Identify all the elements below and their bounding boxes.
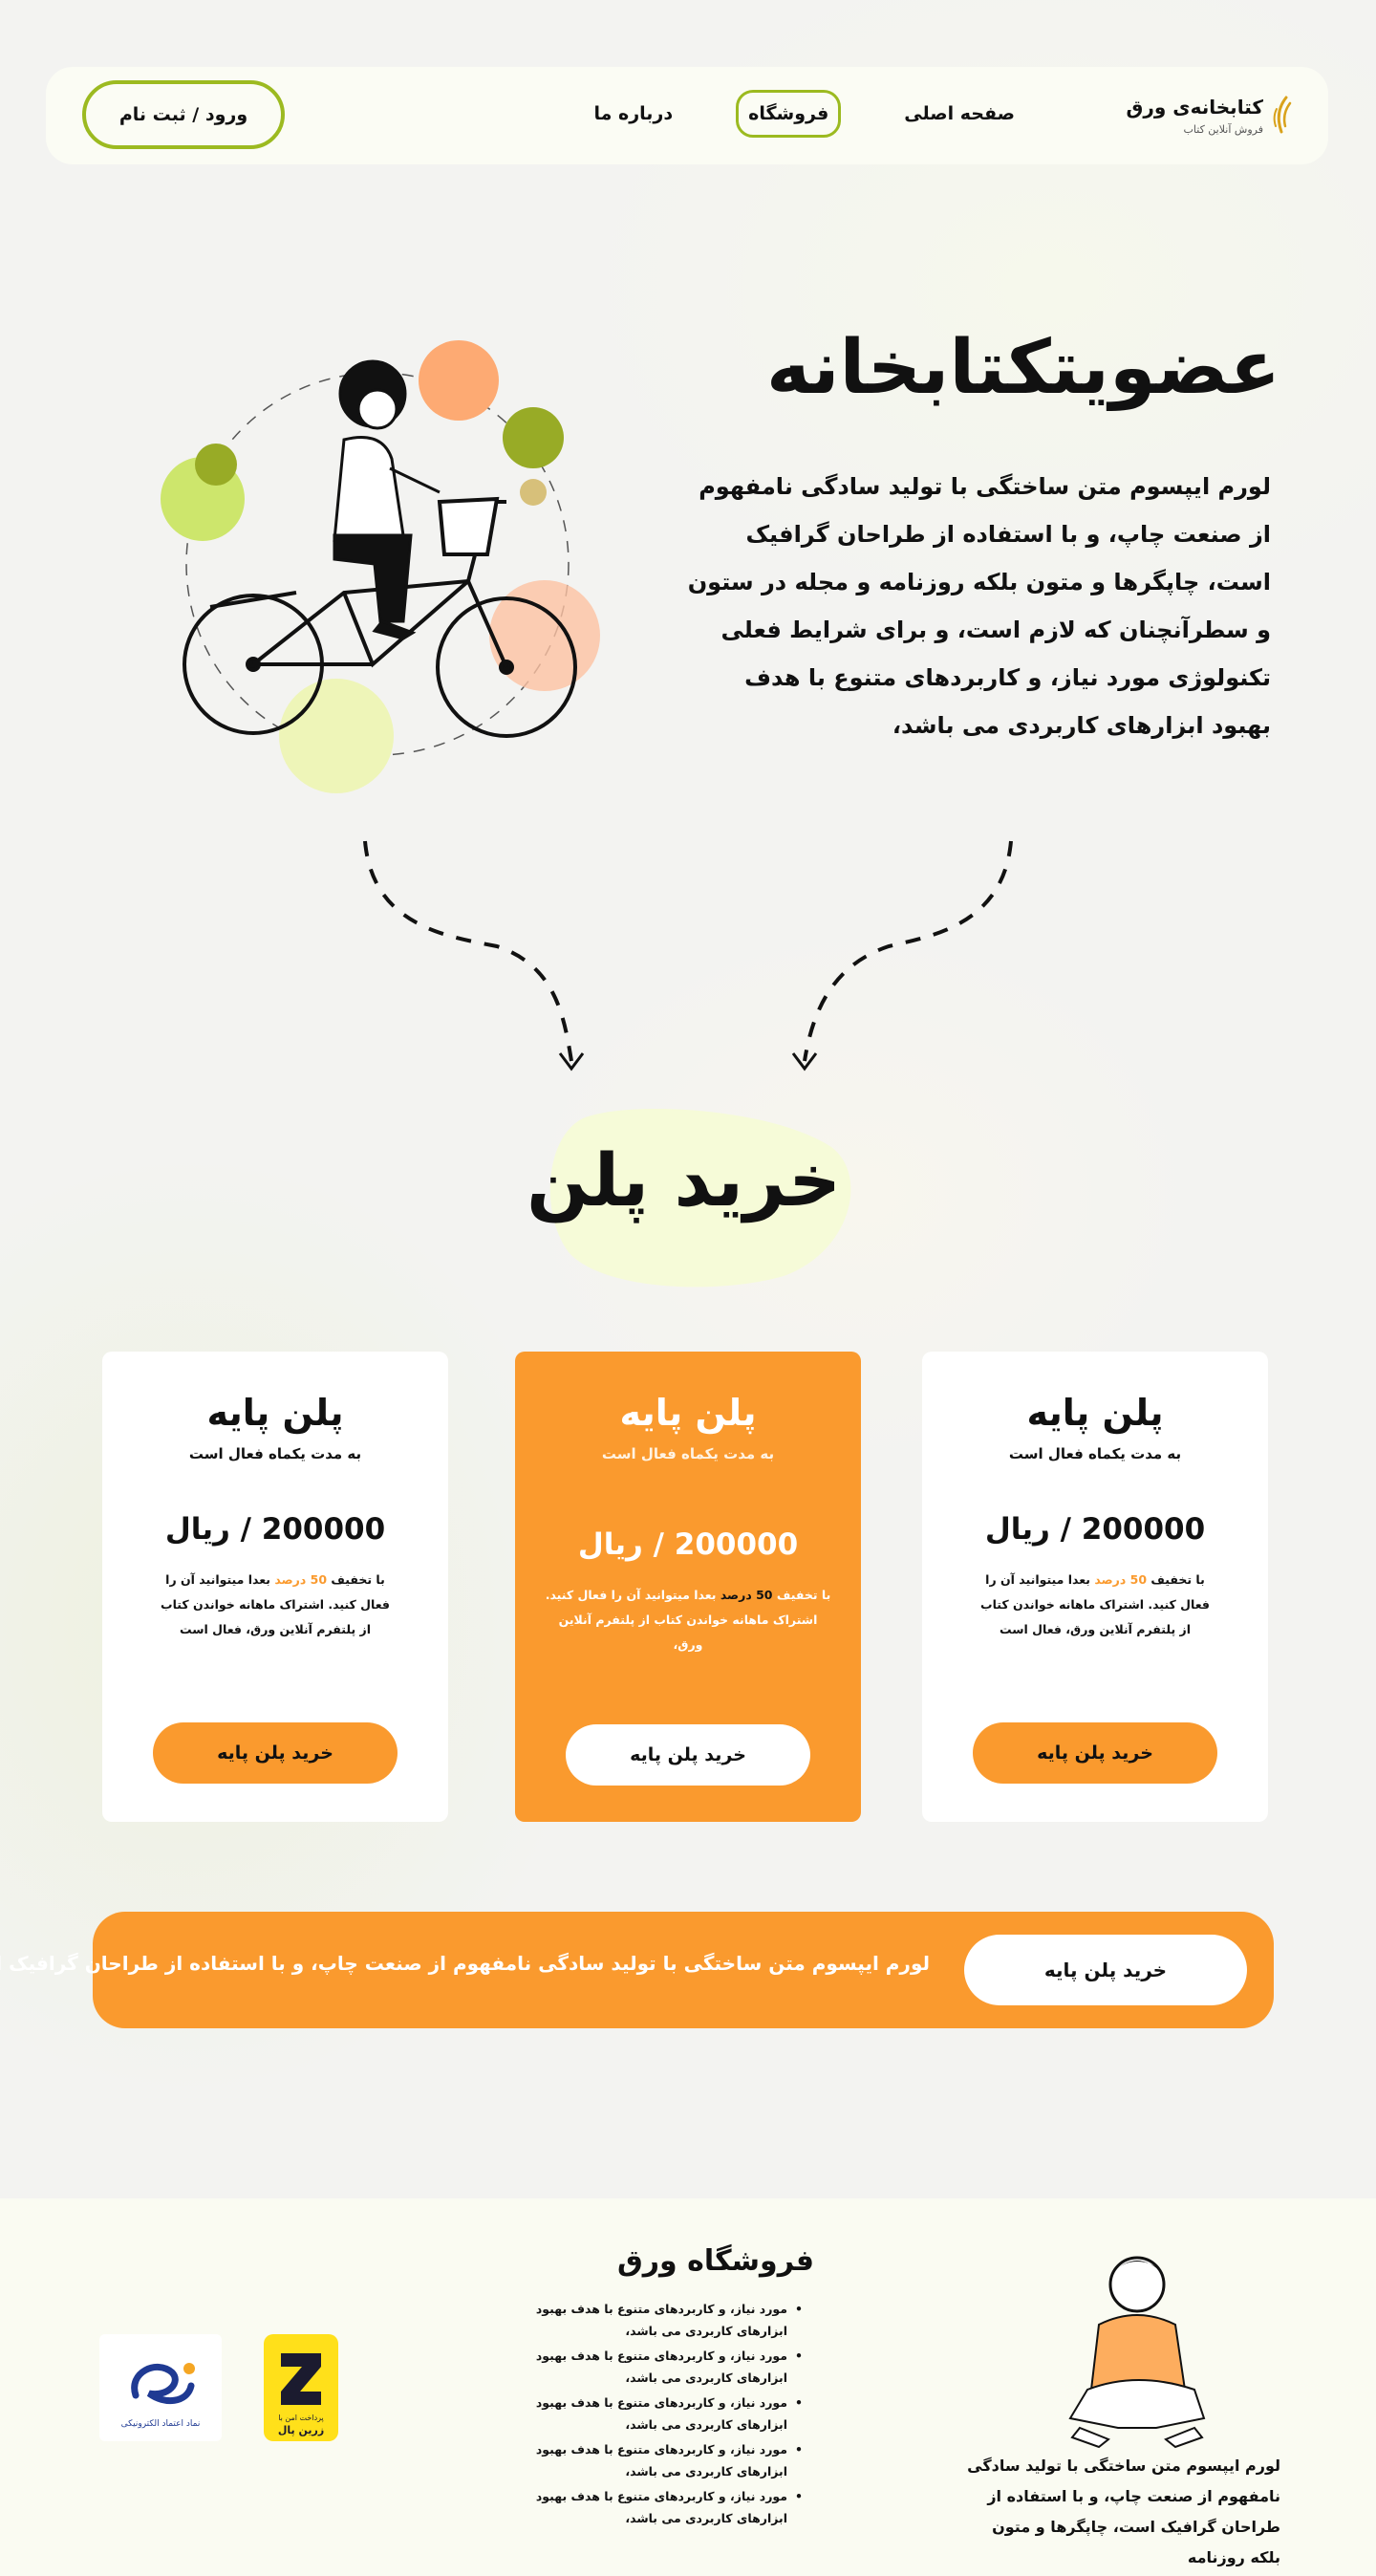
- footer-link[interactable]: مورد نیاز، و کاربردهای متنوع با هدف بهبو…: [526, 2345, 803, 2389]
- zarinpal-logo-icon: پرداخت امن با زرین پال: [278, 2353, 324, 2436]
- plan-title: پلن پایه: [1026, 1392, 1164, 1434]
- plan-card: پلن پایه به مدت یکماه فعال است 200000 / …: [922, 1352, 1268, 1822]
- plan-card-featured: پلن پایه به مدت یکماه فعال است 200000 / …: [515, 1352, 861, 1822]
- logo-tagline: فروش آنلاین کتاب: [1183, 123, 1263, 136]
- hero-description: لورم ایپسوم متن ساختگی با تولید سادگی نا…: [687, 473, 1271, 739]
- plan-subtitle: به مدت یکماه فعال است: [601, 1445, 775, 1462]
- plan-price: 200000 / ریال: [577, 1527, 799, 1562]
- enamad-badge[interactable]: نماد اعتماد الکترونیکی: [99, 2334, 222, 2441]
- banner-text: لورم ایپسوم متن ساختگی با تولید سادگی نا…: [0, 1952, 930, 1975]
- zarinpal-label: پرداخت امن با: [278, 2414, 324, 2422]
- banner-buy-button[interactable]: خرید پلن پایه: [964, 1935, 1247, 2005]
- enamad-logo-icon: نماد اعتماد الکترونیکی: [121, 2363, 201, 2429]
- footer-about-text: لورم ایپسوم متن ساختگی با تولید سادگی نا…: [967, 2457, 1280, 2566]
- plan-description: با تخفیف 50 درصد بعدا میتوانید آن را فعا…: [161, 1568, 390, 1642]
- bicycle-rider-illustration: [161, 340, 600, 793]
- logo-feather-icon: [1273, 96, 1292, 134]
- buy-plan-button[interactable]: خرید پلن پایه: [973, 1722, 1217, 1784]
- plan-discount: 50 درصد: [274, 1572, 328, 1587]
- logo[interactable]: کتابخانه‌ی ورق فروش آنلاین کتاب: [1127, 92, 1294, 143]
- site-footer: لورم ایپسوم متن ساختگی با تولید سادگی نا…: [0, 2198, 1376, 2576]
- plan-description: با تخفیف 50 درصد بعدا میتوانید آن را فعا…: [980, 1568, 1210, 1642]
- sitting-reader-illustration: [1068, 2256, 1206, 2449]
- plan-title: پلن پایه: [619, 1392, 757, 1434]
- plan-desc-prefix: با تخفیف: [776, 1588, 831, 1602]
- hero-title: عضویتکتابخانه: [765, 325, 1281, 411]
- footer-link[interactable]: مورد نیاز، و کاربردهای متنوع با هدف بهبو…: [526, 2485, 803, 2529]
- footer-brand-title: فروشگاه ورق: [616, 2244, 814, 2278]
- plan-description: با تخفیف 50 درصد بعدا میتوانید آن را فعا…: [545, 1583, 831, 1657]
- plan-card: پلن پایه به مدت یکماه فعال است 200000 / …: [102, 1352, 448, 1822]
- login-register-button[interactable]: ورود / ثبت نام: [82, 80, 285, 149]
- buy-plan-button[interactable]: خرید پلن پایه: [566, 1724, 810, 1786]
- site-header: کتابخانه‌ی ورق فروش آنلاین کتاب صفحه اصل…: [46, 67, 1328, 164]
- footer-link[interactable]: مورد نیاز، و کاربردهای متنوع با هدف بهبو…: [526, 2298, 803, 2342]
- zarinpal-name: زرین پال: [278, 2424, 324, 2436]
- dashed-arrows-decoration: [363, 840, 1013, 1072]
- plan-desc-prefix: با تخفیف: [331, 1572, 385, 1587]
- zarinpal-badge[interactable]: پرداخت امن با زرین پال: [264, 2334, 338, 2441]
- footer-link[interactable]: مورد نیاز، و کاربردهای متنوع با هدف بهبو…: [526, 2438, 803, 2482]
- plans-title: خرید پلن: [527, 1137, 841, 1223]
- nav-about[interactable]: درباره ما: [585, 90, 683, 138]
- main-nav: صفحه اصلی فروشگاه درباره ما: [585, 90, 1025, 138]
- plan-price: 200000 / ریال: [164, 1512, 386, 1547]
- buy-plan-button[interactable]: خرید پلن پایه: [153, 1722, 398, 1784]
- nav-home[interactable]: صفحه اصلی: [894, 90, 1024, 138]
- nav-shop[interactable]: فروشگاه: [736, 90, 842, 138]
- plan-title: پلن پایه: [206, 1392, 344, 1434]
- promo-banner: خرید پلن پایه لورم ایپسوم متن ساختگی با …: [0, 1912, 1274, 2028]
- enamad-label: نماد اعتماد الکترونیکی: [121, 2419, 201, 2429]
- plan-desc-prefix: با تخفیف: [1150, 1572, 1205, 1587]
- footer-links-list: مورد نیاز، و کاربردهای متنوع با هدف بهبو…: [526, 2298, 803, 2532]
- plan-subtitle: به مدت یکماه فعال است: [188, 1445, 362, 1462]
- plan-discount: 50 درصد: [1094, 1572, 1148, 1587]
- footer-link[interactable]: مورد نیاز، و کاربردهای متنوع با هدف بهبو…: [526, 2392, 803, 2435]
- page: کتابخانه‌ی ورق فروش آنلاین کتاب صفحه اصل…: [0, 0, 1376, 2576]
- plan-price: 200000 / ریال: [984, 1512, 1206, 1547]
- logo-name: کتابخانه‌ی ورق: [1126, 96, 1264, 119]
- plan-discount: 50 درصد: [720, 1588, 773, 1602]
- plan-subtitle: به مدت یکماه فعال است: [1008, 1445, 1182, 1462]
